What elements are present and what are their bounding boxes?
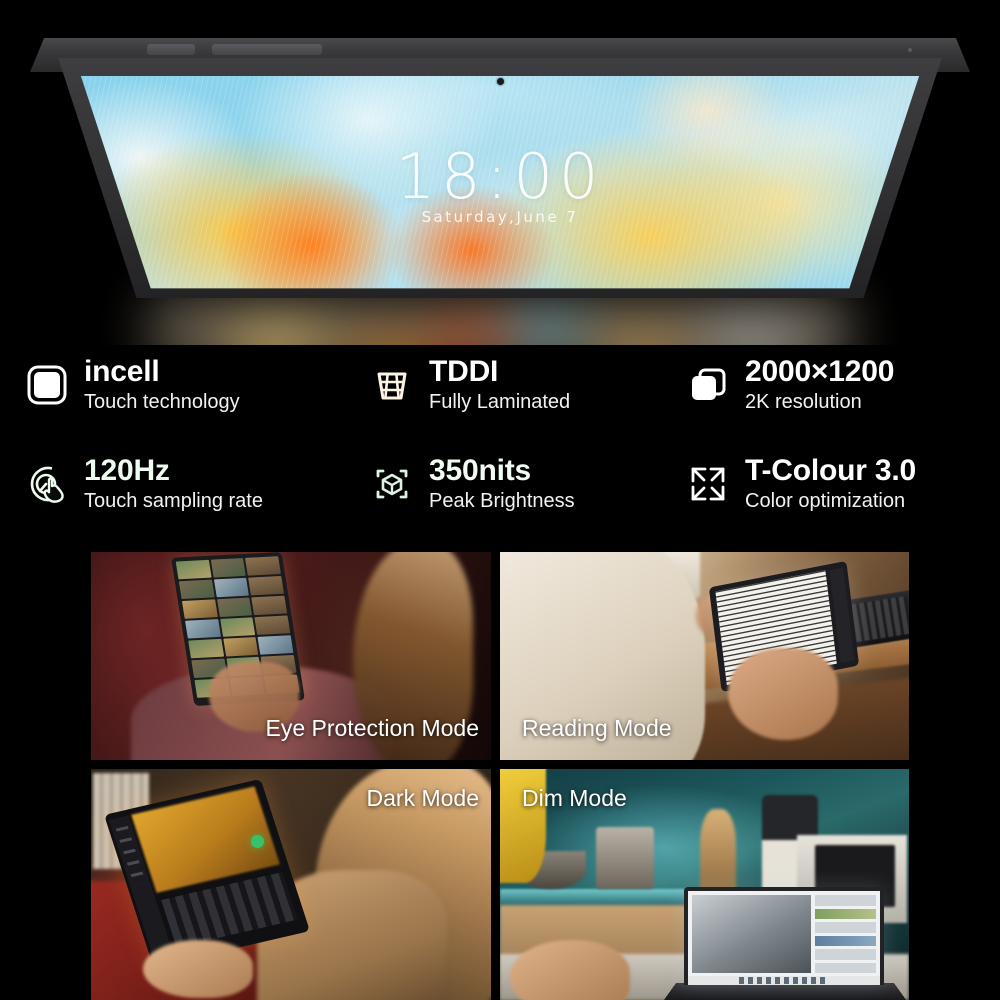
- feature-item-resolution: 2000×1200 2K resolution: [675, 350, 1000, 449]
- scene-status-indicator: [251, 835, 264, 848]
- scene-hand-lower: [728, 648, 838, 740]
- feature-item-brightness: 350nits Peak Brightness: [355, 449, 675, 548]
- feature-item-tddi: TDDI Fully Laminated: [355, 350, 675, 449]
- lock-screen-clock: 18:00: [395, 140, 605, 213]
- scene-utensils: [700, 809, 736, 895]
- lock-screen-date: Saturday,June 7: [421, 208, 579, 226]
- mode-label: Dark Mode: [366, 785, 479, 811]
- scene-taskbar: [688, 976, 880, 985]
- feature-subtitle: Peak Brightness: [429, 489, 575, 512]
- feature-title: T-Colour 3.0: [745, 454, 916, 487]
- volume-up-button[interactable]: [147, 44, 195, 55]
- scene-laptop-screen: [688, 891, 880, 977]
- mode-label: Reading Mode: [522, 715, 672, 741]
- touch-gauge-icon: [22, 459, 72, 509]
- scene-video-player: [692, 895, 812, 973]
- mode-card-eye-protection[interactable]: Eye Protection Mode: [91, 552, 491, 760]
- scene-video-list: [815, 895, 876, 973]
- feature-item-refresh-rate: 120Hz Touch sampling rate: [0, 449, 355, 548]
- tablet-device: 18:00 Saturday,June 7: [0, 0, 1000, 330]
- mode-card-dim[interactable]: Dim Mode: [500, 769, 909, 1000]
- layers-icon: [683, 360, 733, 410]
- feature-subtitle: 2K resolution: [745, 390, 862, 413]
- scene-hand: [143, 940, 253, 998]
- feature-subtitle: Color optimization: [745, 489, 906, 512]
- volume-down-button[interactable]: [212, 44, 322, 55]
- rounded-square-icon: [22, 360, 72, 410]
- product-feature-page: 18:00 Saturday,June 7 incell Touch techn…: [0, 0, 1000, 1000]
- scene-pot: [596, 827, 654, 889]
- feature-subtitle: Touch sampling rate: [84, 489, 263, 512]
- mode-label: Eye Protection Mode: [265, 715, 479, 741]
- feature-item-incell: incell Touch technology: [0, 350, 355, 449]
- feature-title: 350nits: [429, 454, 531, 487]
- feature-item-tcolour: T-Colour 3.0 Color optimization: [675, 449, 1000, 548]
- mode-card-reading[interactable]: Reading Mode: [500, 552, 909, 760]
- scene-laptop: [684, 887, 884, 985]
- feature-title: TDDI: [429, 355, 499, 388]
- cube-brackets-icon: [367, 459, 417, 509]
- feature-title: 2000×1200: [745, 355, 895, 388]
- display-mode-gallery: Eye Protection Mode Reading Mode Dark Mo…: [91, 552, 909, 1000]
- feature-title: incell: [84, 355, 160, 388]
- mode-label: Dim Mode: [522, 785, 627, 811]
- expand-arrows-icon: [683, 459, 733, 509]
- microphone-icon: [908, 48, 912, 52]
- scene-keyboard: [663, 983, 907, 1000]
- feature-spec-grid: incell Touch technology TDDI Fully Lamin…: [0, 350, 1000, 548]
- feature-subtitle: Fully Laminated: [429, 390, 571, 413]
- hero-section: 18:00 Saturday,June 7: [0, 0, 1000, 345]
- feature-title: 120Hz: [84, 454, 170, 487]
- feature-subtitle: Touch technology: [84, 390, 240, 413]
- mode-card-dark[interactable]: Dark Mode: [91, 769, 491, 1000]
- laminated-panel-grid-icon: [367, 360, 417, 410]
- front-camera-icon: [497, 78, 504, 85]
- tablet-screen: 18:00 Saturday,June 7: [80, 76, 920, 289]
- scene-hands: [510, 940, 630, 1000]
